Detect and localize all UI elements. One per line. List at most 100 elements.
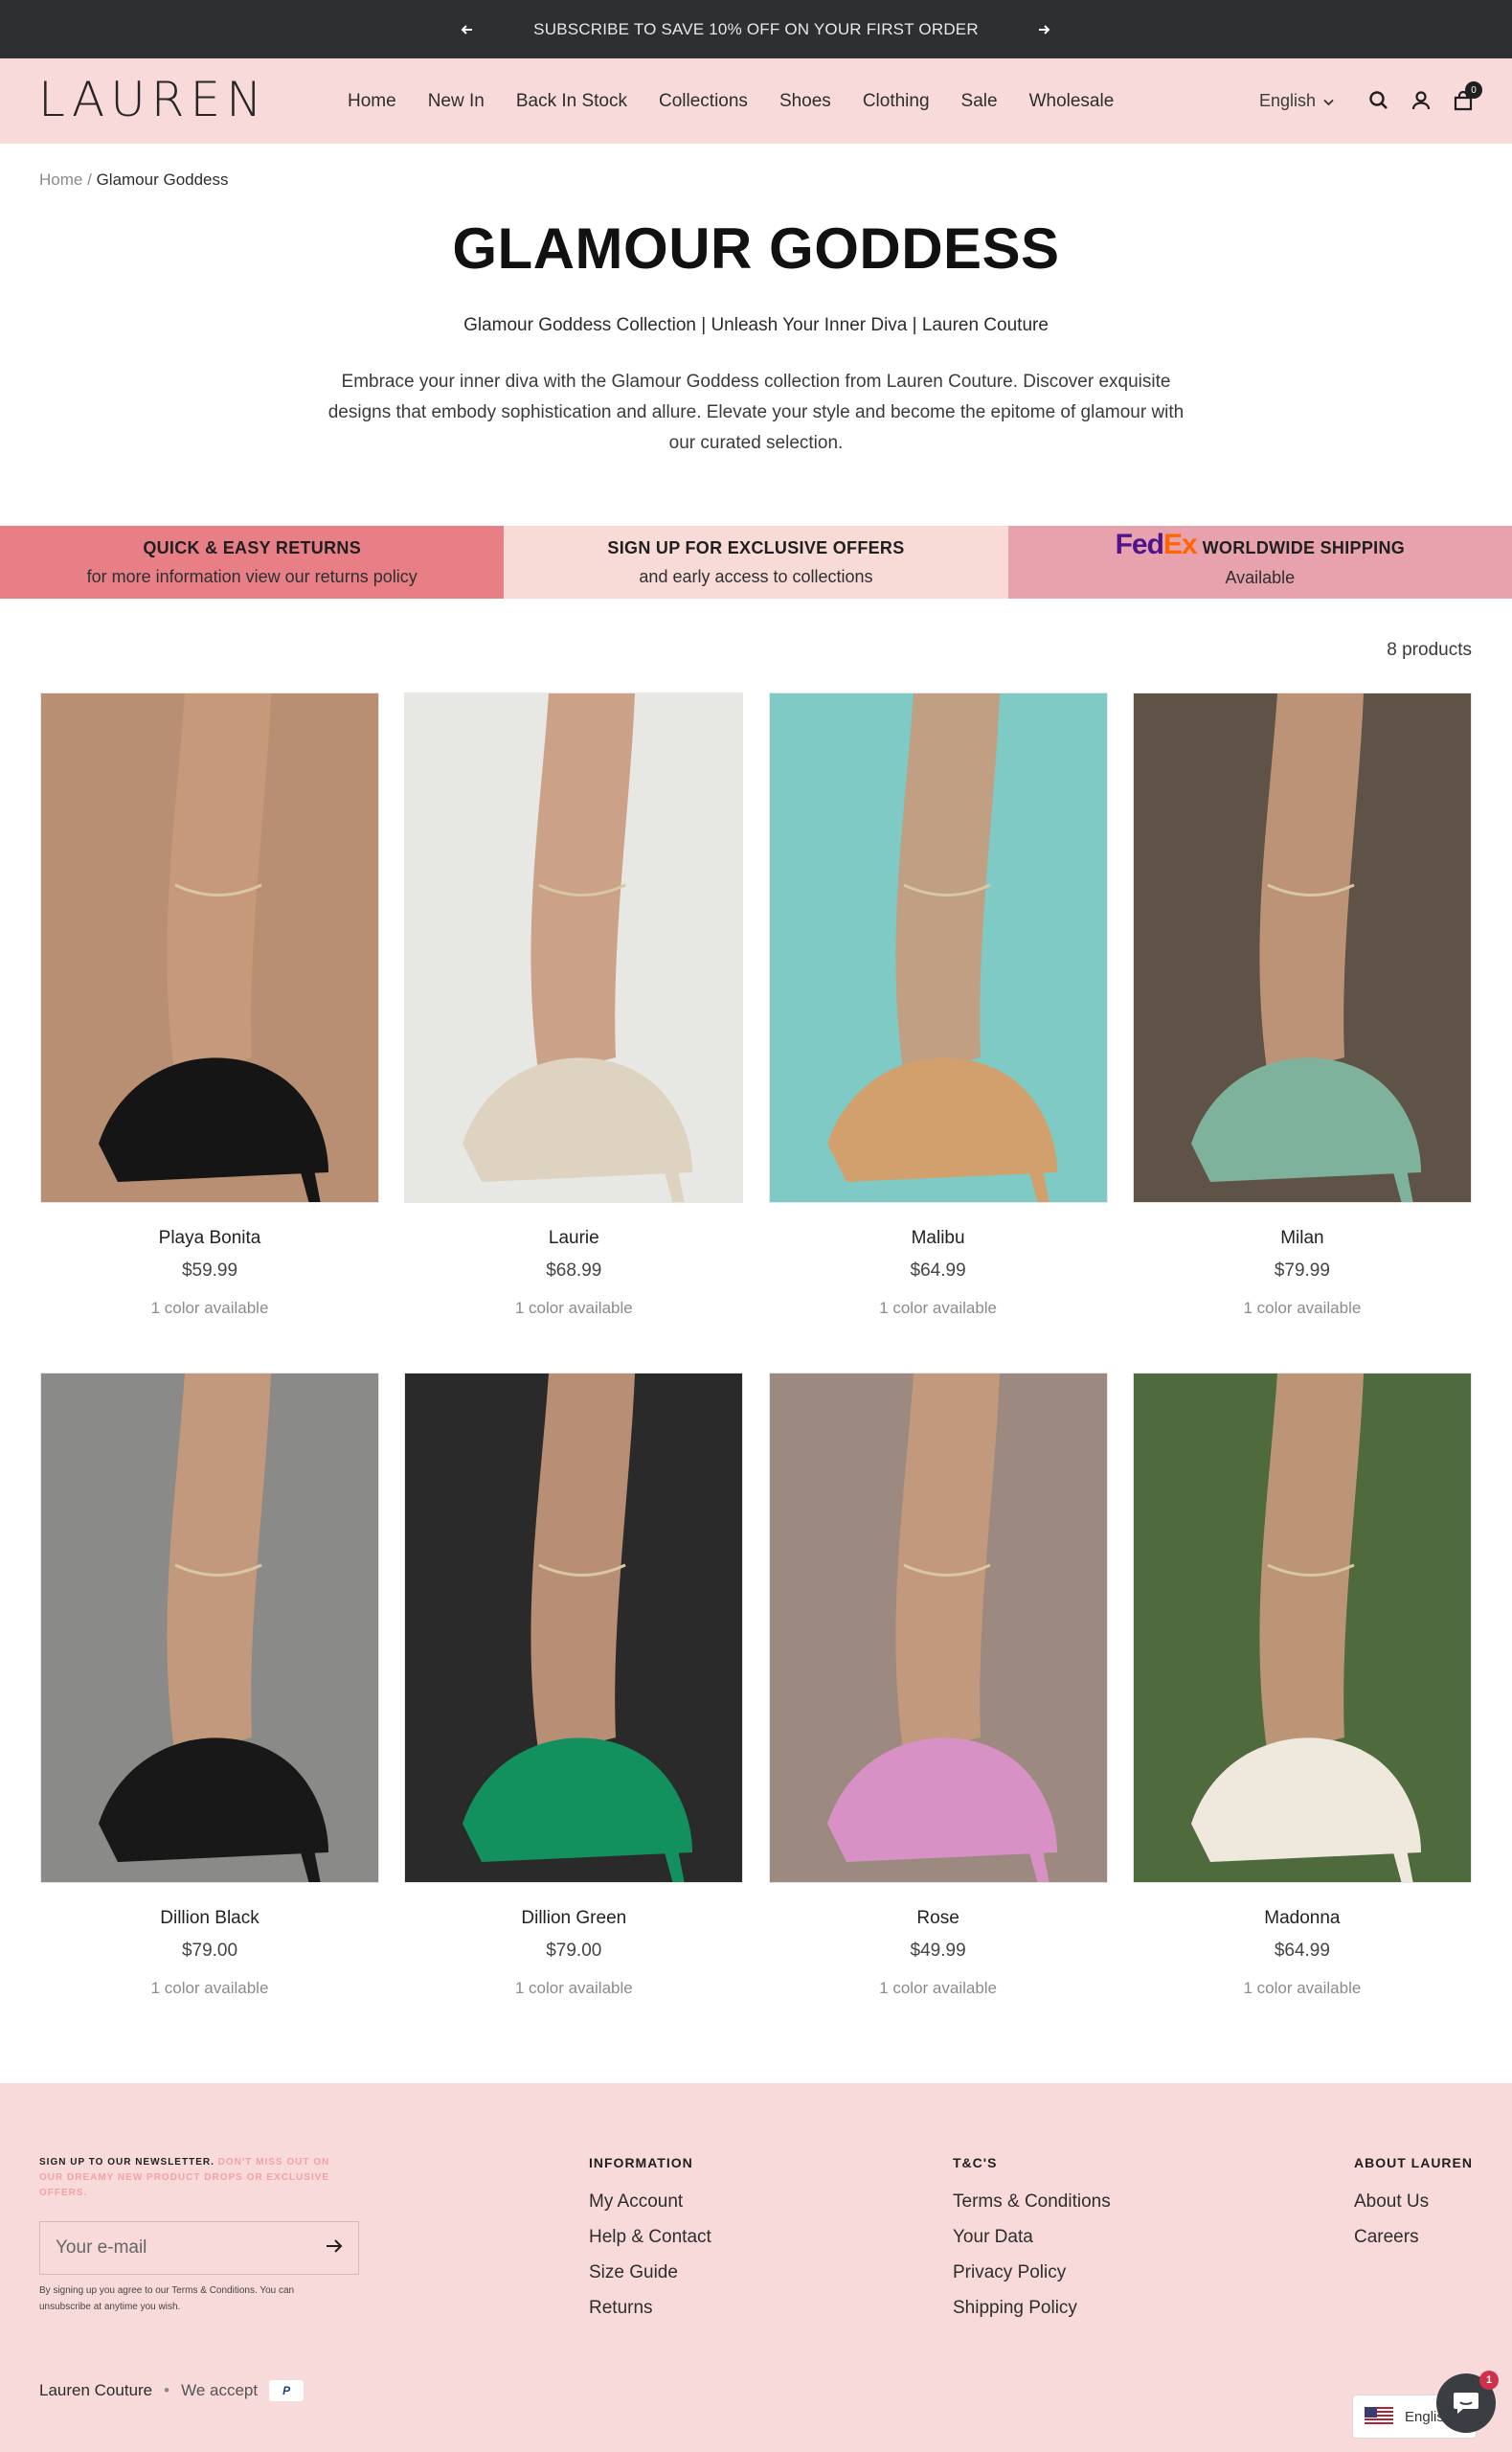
- product-colors: 1 color available: [150, 1979, 269, 1997]
- product-image[interactable]: [404, 1373, 744, 1883]
- product-photo: [769, 693, 1107, 1202]
- footer-link-careers[interactable]: Careers: [1354, 2227, 1473, 2248]
- paypal-icon: P: [269, 2380, 305, 2401]
- footer-link-privacy[interactable]: Privacy Policy: [953, 2262, 1111, 2283]
- product-price: $79.00: [546, 1941, 602, 1961]
- footer-link-help-contact[interactable]: Help & Contact: [589, 2227, 711, 2248]
- nav-wholesale[interactable]: Wholesale: [1029, 91, 1115, 112]
- announcement-text[interactable]: SUBSCRIBE TO SAVE 10% OFF ON YOUR FIRST …: [533, 20, 979, 39]
- product-card[interactable]: Madonna $64.99 1 color available: [1132, 1373, 1472, 2053]
- product-image[interactable]: [768, 692, 1108, 1203]
- benefit-text: Available: [1225, 568, 1296, 587]
- logo[interactable]: LAUREN: [38, 76, 268, 124]
- account-icon[interactable]: [1408, 87, 1434, 114]
- product-card[interactable]: Dillion Green $79.00 1 color available: [404, 1373, 744, 2053]
- footer-link-size-guide[interactable]: Size Guide: [589, 2262, 711, 2283]
- cart-count-badge: 0: [1465, 81, 1482, 99]
- us-flag-icon: [1365, 2407, 1393, 2426]
- footer-link-my-account[interactable]: My Account: [589, 2191, 711, 2213]
- we-accept-label: We accept: [181, 2381, 259, 2399]
- product-colors: 1 color available: [150, 1299, 269, 1317]
- footer-link-about-us[interactable]: About Us: [1354, 2191, 1473, 2213]
- product-card[interactable]: Rose $49.99 1 color available: [768, 1373, 1108, 2053]
- benefit-title: SIGN UP FOR EXCLUSIVE OFFERS: [607, 537, 905, 557]
- product-card[interactable]: Laurie $68.99 1 color available: [404, 692, 744, 1373]
- collection-subtitle: Glamour Goddess Collection | Unleash You…: [463, 315, 1049, 335]
- product-card[interactable]: Playa Bonita $59.99 1 color available: [40, 692, 379, 1373]
- product-image[interactable]: [1132, 692, 1472, 1203]
- newsletter-form: [39, 2221, 359, 2275]
- arrow-right-icon[interactable]: [1025, 0, 1063, 58]
- breadcrumb-home[interactable]: Home: [39, 170, 82, 189]
- product-name[interactable]: Dillion Green: [404, 1908, 743, 1929]
- breadcrumb-current: Glamour Goddess: [96, 170, 229, 189]
- footer-col-information: INFORMATION My Account Help & Contact Si…: [589, 2155, 711, 2333]
- product-colors: 1 color available: [879, 1979, 998, 1997]
- product-name[interactable]: Malibu: [769, 1228, 1108, 1249]
- product-photo: [41, 1374, 378, 1882]
- footer-link-returns[interactable]: Returns: [589, 2298, 711, 2319]
- benefit-text: and early access to collections: [639, 566, 873, 586]
- chat-icon: [1454, 2393, 1478, 2414]
- product-colors: 1 color available: [1243, 1299, 1362, 1317]
- arrow-right-icon[interactable]: [326, 2238, 343, 2258]
- benefit-shipping[interactable]: FedEx WORLDWIDE SHIPPING Available: [1007, 526, 1512, 599]
- product-grid: Playa Bonita $59.99 1 color available La…: [40, 692, 1472, 2053]
- chat-badge: 1: [1479, 2371, 1499, 2390]
- footer-link-shipping[interactable]: Shipping Policy: [953, 2298, 1111, 2319]
- product-image[interactable]: [404, 692, 744, 1203]
- product-colors: 1 color available: [514, 1299, 633, 1317]
- footer-link-your-data[interactable]: Your Data: [953, 2227, 1111, 2248]
- product-name[interactable]: Playa Bonita: [40, 1228, 379, 1249]
- product-price: $64.99: [1274, 1941, 1330, 1961]
- footer-link-terms[interactable]: Terms & Conditions: [953, 2191, 1111, 2213]
- product-name[interactable]: Laurie: [404, 1228, 743, 1249]
- footer-col-title: ABOUT LAUREN: [1354, 2155, 1473, 2170]
- product-price: $79.00: [181, 1941, 238, 1961]
- footer-col-title: T&C'S: [953, 2155, 998, 2170]
- product-card[interactable]: Milan $79.99 1 color available: [1132, 692, 1472, 1373]
- nav-shoes[interactable]: Shoes: [779, 91, 831, 112]
- newsletter-note: By signing up you agree to our Terms & C…: [39, 2285, 295, 2312]
- nav-collections[interactable]: Collections: [659, 91, 748, 112]
- product-price: $79.99: [1274, 1260, 1330, 1281]
- cart-icon[interactable]: 0: [1450, 81, 1482, 114]
- arrow-left-icon[interactable]: [448, 0, 486, 58]
- page-title: GLAMOUR GODDESS: [452, 216, 1060, 281]
- product-colors: 1 color available: [1243, 1979, 1362, 1997]
- nav-sale[interactable]: Sale: [961, 91, 998, 112]
- nav-clothing[interactable]: Clothing: [863, 91, 930, 112]
- nav-back-in-stock[interactable]: Back In Stock: [516, 91, 627, 112]
- benefit-text: for more information view our returns po…: [86, 566, 417, 586]
- product-image[interactable]: [768, 1373, 1108, 1883]
- product-name[interactable]: Madonna: [1133, 1908, 1472, 1929]
- benefit-offers[interactable]: SIGN UP FOR EXCLUSIVE OFFERS and early a…: [504, 526, 1008, 599]
- email-field[interactable]: [56, 2237, 295, 2259]
- product-card[interactable]: Malibu $64.99 1 color available: [768, 692, 1108, 1373]
- benefit-returns[interactable]: QUICK & EASY RETURNS for more informatio…: [0, 526, 505, 599]
- product-price: $64.99: [910, 1260, 966, 1281]
- product-count: 8 products: [1387, 640, 1472, 660]
- footer-col-title: INFORMATION: [589, 2155, 693, 2170]
- product-name[interactable]: Dillion Black: [40, 1908, 379, 1929]
- footer-bottom: Lauren Couture • We accept P: [39, 2380, 305, 2401]
- nav-home[interactable]: Home: [348, 91, 396, 112]
- search-icon[interactable]: [1365, 87, 1392, 114]
- product-image[interactable]: [1132, 1373, 1472, 1883]
- product-colors: 1 color available: [514, 1979, 633, 1997]
- nav-new-in[interactable]: New In: [428, 91, 485, 112]
- product-image[interactable]: [40, 1373, 379, 1883]
- collection-description: Embrace your inner diva with the Glamour…: [327, 372, 1185, 453]
- chat-button[interactable]: 1: [1436, 2371, 1499, 2433]
- benefit-title: FedEx WORLDWIDE SHIPPING: [1116, 531, 1406, 559]
- language-selector[interactable]: English: [1259, 58, 1334, 144]
- site-footer: SIGN UP TO OUR NEWSLETTER. DON'T MISS OU…: [0, 2083, 1512, 2452]
- product-name[interactable]: Rose: [769, 1908, 1108, 1929]
- product-name[interactable]: Milan: [1133, 1228, 1472, 1249]
- product-image[interactable]: [40, 692, 379, 1203]
- product-photo: [1133, 1374, 1471, 1882]
- benefit-title-text: WORLDWIDE SHIPPING: [1202, 537, 1406, 557]
- product-card[interactable]: Dillion Black $79.00 1 color available: [40, 1373, 379, 2053]
- fedex-logo: FedEx: [1115, 529, 1198, 560]
- product-photo: [769, 1374, 1107, 1882]
